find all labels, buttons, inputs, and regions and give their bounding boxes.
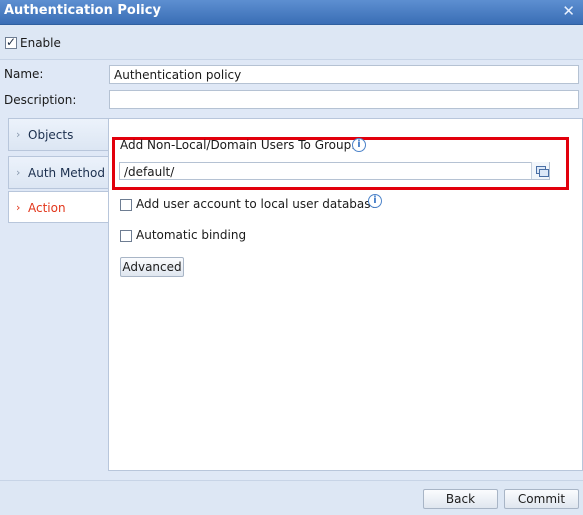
advanced-button[interactable]: Advanced [120, 257, 184, 277]
back-button[interactable]: Back [423, 489, 498, 509]
tab-label: Action [28, 201, 66, 215]
tab-label: Objects [28, 128, 74, 142]
tab-list: › Objects › Auth Method › Action [8, 118, 109, 223]
tab-action[interactable]: › Action [8, 191, 109, 223]
description-field[interactable] [109, 90, 579, 109]
group-label: Add Non-Local/Domain Users To Group: [120, 138, 356, 152]
window-title: Authentication Policy [4, 3, 161, 18]
auto-binding-checkbox[interactable] [120, 230, 132, 242]
tab-label: Auth Method [28, 166, 105, 180]
chevron-right-icon: › [16, 201, 21, 214]
local-db-label: Add user account to local user database [136, 197, 378, 211]
enable-bar: Enable [0, 25, 583, 60]
enable-checkbox[interactable] [5, 35, 17, 49]
group-field[interactable]: /default/ [119, 162, 550, 180]
tab-auth-method[interactable]: › Auth Method [8, 156, 109, 189]
local-db-checkbox[interactable] [120, 199, 132, 211]
footer-bar: Back Commit [0, 480, 583, 515]
auto-binding-label: Automatic binding [136, 228, 247, 242]
description-label: Description: [4, 93, 77, 107]
title-bar: Authentication Policy ✕ [0, 0, 583, 25]
name-field[interactable]: Authentication policy [109, 65, 579, 84]
tab-objects[interactable]: › Objects [8, 118, 109, 151]
enable-label: Enable [20, 36, 61, 50]
commit-button[interactable]: Commit [504, 489, 579, 509]
group-picker-icon[interactable] [531, 162, 549, 179]
chevron-right-icon: › [16, 128, 21, 141]
chevron-right-icon: › [16, 166, 21, 179]
info-icon[interactable]: i [352, 138, 366, 152]
close-icon[interactable]: ✕ [562, 2, 575, 20]
name-label: Name: [4, 67, 44, 81]
info-icon[interactable]: i [368, 194, 382, 208]
